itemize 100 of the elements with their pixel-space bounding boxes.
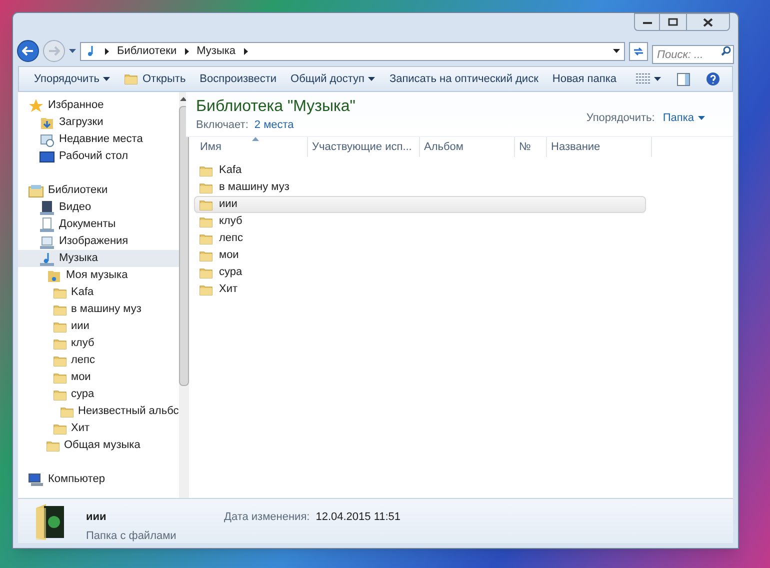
back-arrow-icon xyxy=(22,46,34,56)
close-icon xyxy=(703,18,713,26)
folder-icon xyxy=(53,302,67,316)
minimize-button[interactable] xyxy=(634,13,660,31)
folder-row[interactable]: мои xyxy=(194,247,646,264)
locations-link[interactable]: 2 места xyxy=(254,117,294,134)
minimize-icon xyxy=(642,20,652,24)
folder-icon xyxy=(199,180,213,194)
dropdown-caret-icon xyxy=(613,49,620,53)
refresh-button[interactable] xyxy=(629,42,648,60)
item-type: Папка с файлами xyxy=(86,528,178,544)
toolbar-button[interactable]: Записать на оптический диск xyxy=(382,67,546,91)
open-folder-icon xyxy=(124,72,138,86)
folder-row[interactable]: иии xyxy=(194,196,646,213)
documents-library-icon xyxy=(39,216,55,232)
search-icon xyxy=(721,46,731,56)
tree-item[interactable]: клуб xyxy=(18,335,179,352)
column-header[interactable]: Участвующие исп... xyxy=(308,137,420,157)
caret-icon xyxy=(368,77,376,81)
search-field[interactable]: Поиск: ... xyxy=(652,45,734,64)
caret-icon xyxy=(69,49,76,53)
column-header[interactable]: № xyxy=(515,137,547,157)
refresh-icon xyxy=(633,46,644,56)
chevron-icon xyxy=(244,48,248,54)
chevron-icon xyxy=(184,48,189,54)
folder-row[interactable]: лепс xyxy=(194,230,646,247)
sort-arrow-icon xyxy=(252,137,258,141)
tree-item[interactable]: Библиотеки xyxy=(18,182,179,199)
tree-item[interactable]: Неизвестный альбс xyxy=(18,403,179,420)
tree-item[interactable]: Компьютер xyxy=(18,471,179,488)
item-name: иии xyxy=(86,510,108,525)
scrollbar[interactable] xyxy=(178,92,189,498)
library-title: Библиотека "Музыка" xyxy=(196,97,356,117)
help-icon xyxy=(706,72,720,86)
computer-icon xyxy=(28,472,44,488)
tree-item[interactable]: Видео xyxy=(18,199,179,216)
folder-icon xyxy=(199,248,213,262)
music-library-icon xyxy=(39,250,55,266)
tree-item[interactable]: Музыка xyxy=(18,250,179,267)
toolbar-button[interactable]: Воспроизвести xyxy=(192,67,284,91)
tree-item[interactable]: Общая музыка xyxy=(18,437,179,454)
folder-icon xyxy=(53,422,67,436)
folder-icon xyxy=(53,388,67,402)
forward-arrow-icon xyxy=(48,46,60,56)
folder-row[interactable]: сура xyxy=(194,264,646,281)
folder-icon xyxy=(53,320,67,334)
includes-label: Включает: xyxy=(196,118,248,133)
toolbar-button[interactable]: Упорядочить xyxy=(27,67,118,91)
video-library-icon xyxy=(39,200,55,216)
folder-icon xyxy=(60,404,74,418)
date-label: Дата изменения: xyxy=(224,510,310,525)
caret-icon xyxy=(654,77,661,81)
column-header[interactable]: Имя xyxy=(196,137,308,157)
folder-icon xyxy=(53,336,67,350)
tree-item[interactable]: иии xyxy=(18,318,179,335)
folder-icon xyxy=(199,266,213,280)
toolbar-button[interactable]: Общий доступ xyxy=(284,67,382,91)
folder-icon xyxy=(53,354,67,368)
tree-item[interactable]: Изображения xyxy=(18,233,179,250)
tree-item[interactable]: Избранное xyxy=(18,97,179,114)
tree-item[interactable]: Kafa xyxy=(18,284,179,301)
column-header[interactable]: Название xyxy=(547,137,652,157)
folder-icon xyxy=(199,164,213,178)
folder-icon xyxy=(46,438,60,452)
preview-pane-icon xyxy=(677,72,690,86)
folder-icon xyxy=(199,198,213,212)
breadcrumb-item[interactable]: Библиотеки xyxy=(117,42,177,60)
tree-item[interactable]: Хит xyxy=(18,420,179,437)
scroll-up-icon xyxy=(180,97,188,101)
folder-row[interactable]: клуб xyxy=(194,213,646,230)
back-button[interactable] xyxy=(17,40,39,62)
folder-icon xyxy=(53,286,67,300)
pictures-library-icon xyxy=(39,234,55,250)
recent-places-icon xyxy=(39,132,55,148)
folder-row[interactable]: в машину муз xyxy=(194,179,646,196)
tree-item[interactable]: Рабочий стол xyxy=(18,148,179,165)
tree-item[interactable]: сура xyxy=(18,386,179,403)
folder-row[interactable]: Хит xyxy=(194,281,646,298)
tree-item[interactable]: Моя музыка xyxy=(18,267,179,284)
tree-item[interactable]: Документы xyxy=(18,216,179,233)
toolbar-button[interactable]: Новая папка xyxy=(545,67,624,91)
breadcrumb-item[interactable]: Музыка xyxy=(196,42,236,60)
tree-item[interactable]: Недавние места xyxy=(18,131,179,148)
tree-item[interactable]: лепс xyxy=(18,352,179,369)
maximize-button[interactable] xyxy=(660,13,686,31)
arrange-dropdown[interactable]: Папка xyxy=(662,110,705,126)
scrollbar-thumb[interactable] xyxy=(178,106,189,386)
folder-icon xyxy=(53,370,67,384)
folder-row[interactable]: Kafa xyxy=(194,162,646,179)
maximize-icon xyxy=(668,18,678,26)
date-value: 12.04.2015 11:51 xyxy=(316,510,401,525)
address-bar[interactable]: Библиотеки Музыка xyxy=(80,42,625,60)
tree-item[interactable]: Загрузки xyxy=(18,114,179,131)
close-button[interactable] xyxy=(686,13,730,31)
tree-item[interactable]: в машину муз xyxy=(18,301,179,318)
toolbar-button[interactable]: Открыть xyxy=(117,67,193,91)
desktop-icon xyxy=(39,148,55,164)
tree-item[interactable]: мои xyxy=(18,369,179,386)
caret-icon xyxy=(103,77,110,81)
column-header[interactable]: Альбом xyxy=(420,137,515,157)
